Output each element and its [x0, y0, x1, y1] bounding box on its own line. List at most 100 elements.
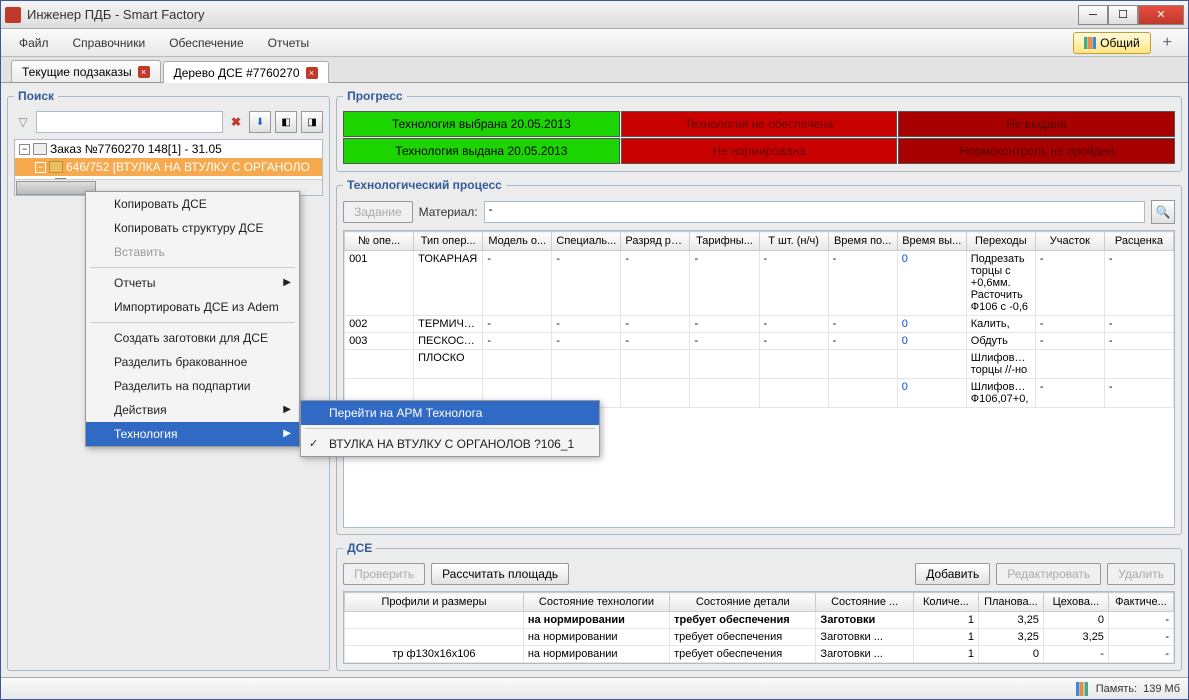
titlebar: Инженер ПДБ - Smart Factory ─ ☐ ✕: [1, 1, 1188, 29]
close-button[interactable]: ✕: [1138, 5, 1184, 25]
tab-current-suborders[interactable]: Текущие подзаказы ×: [11, 60, 161, 82]
nav-button-2[interactable]: ◨: [301, 111, 323, 133]
context-item[interactable]: Действия▶: [86, 398, 299, 422]
table-row[interactable]: на нормированиитребует обеспеченияЗагото…: [345, 629, 1174, 646]
tab-close-icon[interactable]: ×: [306, 67, 318, 79]
table-header[interactable]: Профили и размеры: [345, 593, 524, 612]
tech-grid[interactable]: № опе...Тип опер...Модель о...Специаль..…: [343, 230, 1175, 528]
table-header[interactable]: № опе...: [345, 232, 414, 251]
table-row[interactable]: 002ТЕРМИЧЕ...------0Калить,--: [345, 316, 1174, 333]
filter-icon[interactable]: ▽: [14, 113, 32, 131]
context-item[interactable]: Разделить на подпартии: [86, 374, 299, 398]
add-button[interactable]: Добавить: [915, 563, 990, 585]
dse-panel: ДСЕ Проверить Рассчитать площадь Добавит…: [336, 541, 1182, 671]
context-item[interactable]: Импортировать ДСЕ из Adem: [86, 295, 299, 319]
menu-references[interactable]: Справочники: [63, 33, 156, 53]
table-header[interactable]: Разряд ра...: [621, 232, 690, 251]
order-icon: [33, 143, 47, 155]
context-item[interactable]: Создать заготовки для ДСЕ: [86, 326, 299, 350]
table-row[interactable]: ПЛОСКОШлифовать торцы //-но: [345, 350, 1174, 379]
table-header[interactable]: Состояние технологии: [523, 593, 669, 612]
material-label: Материал:: [419, 205, 478, 219]
table-header[interactable]: Фактиче...: [1108, 593, 1173, 612]
statusbar: Память: 139 Мб: [1, 677, 1188, 699]
table-header[interactable]: Количе...: [913, 593, 978, 612]
table-header[interactable]: Модель о...: [483, 232, 552, 251]
table-header[interactable]: Участок: [1035, 232, 1104, 251]
menu-file[interactable]: Файл: [9, 33, 59, 53]
context-submenu[interactable]: Перейти на АРМ Технолога ✓ВТУЛКА НА ВТУЛ…: [300, 400, 600, 457]
context-item[interactable]: Отчеты▶: [86, 271, 299, 295]
memory-label: Память:: [1096, 683, 1137, 695]
maximize-button[interactable]: ☐: [1108, 5, 1138, 25]
search-legend: Поиск: [14, 89, 58, 103]
tab-dse-tree[interactable]: Дерево ДСЕ #7760270 ×: [163, 61, 329, 83]
progress-cell: Технология выбрана 20.05.2013: [343, 111, 620, 137]
search-input[interactable]: [36, 111, 223, 133]
progress-panel: Прогресс Технология выбрана 20.05.2013 Т…: [336, 89, 1182, 172]
table-header[interactable]: Состояние детали: [670, 593, 816, 612]
window-title: Инженер ПДБ - Smart Factory: [27, 7, 1078, 22]
tech-legend: Технологический процесс: [343, 178, 506, 192]
progress-cell: Не выдана: [898, 111, 1175, 137]
submenu-goto-arm[interactable]: Перейти на АРМ Технолога: [301, 401, 599, 425]
progress-cell: Технология выдана 20.05.2013: [343, 138, 620, 164]
chart-icon: [1076, 682, 1090, 696]
expander-icon[interactable]: −: [35, 162, 46, 173]
context-item[interactable]: Разделить бракованное: [86, 350, 299, 374]
submenu-item[interactable]: ✓ВТУЛКА НА ВТУЛКУ С ОРГАНОЛОВ ?106_1: [301, 432, 599, 456]
down-button[interactable]: ⬇: [249, 111, 271, 133]
table-header[interactable]: Т шт. (н/ч): [759, 232, 828, 251]
app-icon: [5, 7, 21, 23]
table-row[interactable]: на нормированиитребует обеспеченияЗагото…: [345, 612, 1174, 629]
menu-reports[interactable]: Отчеты: [258, 33, 319, 53]
table-header[interactable]: Планова...: [978, 593, 1043, 612]
calc-area-button[interactable]: Рассчитать площадь: [431, 563, 569, 585]
search-material-button[interactable]: 🔍: [1151, 200, 1175, 224]
expander-icon[interactable]: −: [19, 144, 30, 155]
dse-grid[interactable]: Профили и размерыСостояние технологииСос…: [343, 591, 1175, 664]
table-header[interactable]: Цехова...: [1043, 593, 1108, 612]
memory-value: 139 Мб: [1143, 683, 1180, 695]
table-row[interactable]: тр ф130x16x106на нормированиитребует обе…: [345, 646, 1174, 663]
tech-process-panel: Технологический процесс Задание Материал…: [336, 178, 1182, 535]
table-header[interactable]: Время по...: [828, 232, 897, 251]
table-header[interactable]: Расценка: [1104, 232, 1173, 251]
table-header[interactable]: Тип опер...: [414, 232, 483, 251]
menu-provision[interactable]: Обеспечение: [159, 33, 253, 53]
dse-legend: ДСЕ: [343, 541, 376, 555]
delete-button[interactable]: Удалить: [1107, 563, 1175, 585]
table-header[interactable]: Специаль...: [552, 232, 621, 251]
nav-button-1[interactable]: ◧: [275, 111, 297, 133]
table-row[interactable]: 001ТОКАРНАЯ------0Подрезать торцы с +0,6…: [345, 251, 1174, 316]
table-row[interactable]: 003ПЕСКОСТ...------0Обдуть--: [345, 333, 1174, 350]
context-item[interactable]: Копировать структуру ДСЕ: [86, 216, 299, 240]
context-item[interactable]: Технология▶: [86, 422, 299, 446]
check-button[interactable]: Проверить: [343, 563, 425, 585]
progress-cell: Технология не обеспечена: [621, 111, 898, 137]
mode-button[interactable]: Общий: [1073, 32, 1151, 54]
tree-view[interactable]: − Заказ №7760270 148[1] - 31.05 − 646/75…: [14, 139, 323, 196]
progress-cell: Нормоконтроль не пройден: [898, 138, 1175, 164]
progress-cell: Не нормирована: [621, 138, 898, 164]
table-header[interactable]: Тарифны...: [690, 232, 759, 251]
clear-search-button[interactable]: ✖: [227, 115, 245, 129]
bars-icon: [1084, 37, 1096, 49]
folder-icon: [49, 161, 63, 173]
table-header[interactable]: Состояние ...: [816, 593, 914, 612]
add-tab-button[interactable]: +: [1155, 32, 1180, 54]
tabbar: Текущие подзаказы × Дерево ДСЕ #7760270 …: [1, 57, 1188, 83]
context-item[interactable]: Вставить: [86, 240, 299, 264]
edit-button[interactable]: Редактировать: [996, 563, 1101, 585]
tree-selected-item[interactable]: 646/752 [ВТУЛКА НА ВТУЛКУ С ОРГАНОЛО: [66, 160, 310, 174]
material-input[interactable]: -: [484, 201, 1145, 223]
tree-order[interactable]: Заказ №7760270 148[1] - 31.05: [50, 142, 222, 156]
task-button[interactable]: Задание: [343, 201, 413, 223]
context-menu[interactable]: Копировать ДСЕКопировать структуру ДСЕВс…: [85, 191, 300, 447]
table-header[interactable]: Переходы: [966, 232, 1035, 251]
table-header[interactable]: Время вы...: [897, 232, 966, 251]
context-item[interactable]: Копировать ДСЕ: [86, 192, 299, 216]
minimize-button[interactable]: ─: [1078, 5, 1108, 25]
progress-legend: Прогресс: [343, 89, 406, 103]
tab-close-icon[interactable]: ×: [138, 66, 150, 78]
